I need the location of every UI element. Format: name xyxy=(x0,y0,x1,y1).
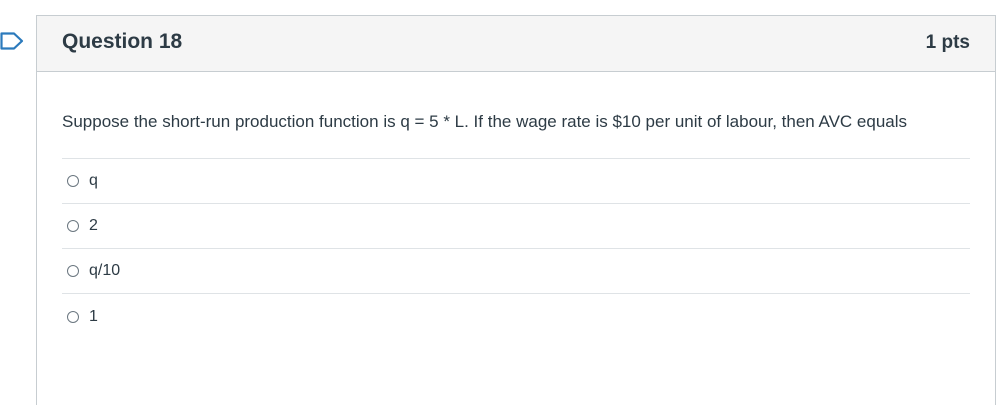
answer-label: q/10 xyxy=(89,262,121,279)
answer-option[interactable]: q/10 xyxy=(62,249,970,294)
answer-label: 1 xyxy=(89,307,98,325)
flag-question-icon[interactable] xyxy=(0,29,26,53)
answer-list: q 2 q/10 1 xyxy=(62,158,970,339)
answer-label: q xyxy=(89,172,98,189)
answer-option[interactable]: 2 xyxy=(62,204,970,249)
radio-unchecked-icon[interactable] xyxy=(67,265,79,277)
answer-option[interactable]: 1 xyxy=(62,294,970,339)
question-title: Question 18 xyxy=(62,30,183,53)
question-text: Suppose the short-run production functio… xyxy=(62,112,908,131)
radio-unchecked-icon[interactable] xyxy=(67,175,79,187)
question-header: Question 18 1 pts xyxy=(37,16,995,72)
question-points: 1 pts xyxy=(925,32,970,53)
question-body: Suppose the short-run production functio… xyxy=(37,72,995,339)
radio-unchecked-icon[interactable] xyxy=(67,220,79,232)
answer-label: 2 xyxy=(89,217,98,234)
question-card: Question 18 1 pts Suppose the short-run … xyxy=(36,15,996,405)
answer-option[interactable]: q xyxy=(62,159,970,204)
radio-unchecked-icon[interactable] xyxy=(67,310,79,323)
quiz-page: Question 18 1 pts Suppose the short-run … xyxy=(0,0,1000,405)
